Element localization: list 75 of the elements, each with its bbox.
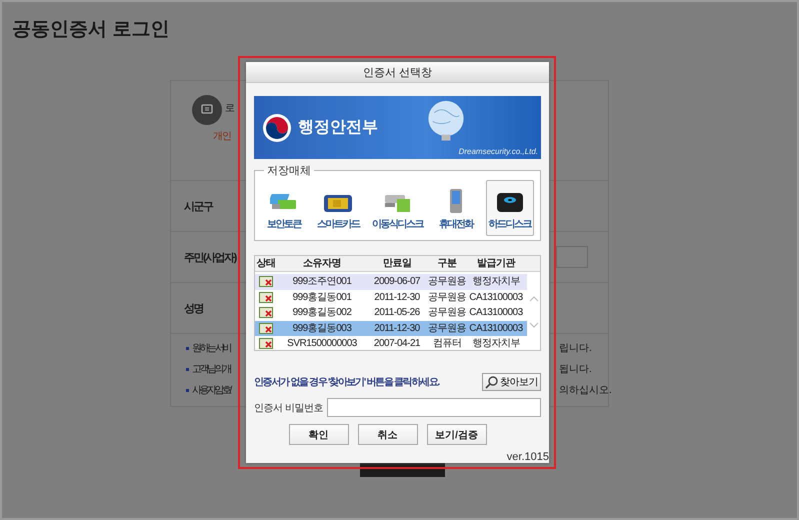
table-cell-text: 행정자치부 [471,275,521,288]
notice-text: 의하십시오. [559,384,612,397]
column-header: 발급기관 [476,257,516,271]
storage-option[interactable]: 보안토큰 [261,180,307,236]
browse-button[interactable]: 찾아보기 [482,373,541,391]
table-cell-text: 2009-06-07 [372,275,422,288]
password-label: 인증서 비밀번호 [254,402,323,414]
certificate-row[interactable]: 999조주연001 2009-06-07 공무원용 행정자치부 [255,274,527,290]
dialog-button[interactable]: 취소 [358,424,418,445]
notice-text: 립니다. [559,342,593,355]
notice-text: 됩니다. [559,363,593,376]
field-label: 주민(사업자) [184,250,236,264]
table-cell: 공무원용 [427,322,467,335]
banner-title: 행정안전부 [298,118,378,138]
certificate-row[interactable]: 999홍길동003 2011-12-30 공무원용 CA13100003 [255,320,527,336]
table-cell-text: CA13100003 [468,306,524,320]
bullet-icon [186,346,189,350]
table-cell-text: 999홍길동003 [292,322,352,335]
certificate-icon [259,338,273,350]
certificate-icon [259,276,273,288]
table-cell-text: 2007-04-21 [372,337,422,350]
storage-option[interactable]: 스마트카드 [314,180,362,236]
certificate-row[interactable]: 999홍길동002 2011-05-26 공무원용 CA13100003 [255,305,527,320]
notice-text: 고객님의 개 [192,363,230,376]
table-cell-text: 2011-05-26 [373,306,421,320]
hint-text: 인증서가 없을 경우 '찾아보기' 버튼을 클릭하세요. [254,376,440,389]
dialog-title: 인증서 선택창 [246,62,549,83]
mobile-phone-icon [448,188,464,214]
password-field[interactable] [326,398,541,417]
certificate-icon [259,307,273,318]
certificate-row[interactable]: SVR1500000003 2007-04-21 컴퓨터 행정자치부 [255,336,527,352]
table-cell: 공무원용 [427,275,467,288]
column-header: 소유자명 [302,257,342,271]
table-cell-text: 999홍길동002 [292,306,352,320]
notice-text: 로 [225,102,234,115]
emblem-icon [262,112,292,142]
certificate-icon [259,292,273,303]
notice-link-text: 개인 [213,130,231,143]
notice-text: 사용자암호/ [192,384,230,397]
vendor-text: Dreamsecurity.co.,Ltd. [458,147,538,156]
version-text: ver.1015 [506,451,549,463]
field-label: 시군구 [184,200,212,214]
bullet-icon [186,368,189,370]
scroll-up-icon[interactable] [528,296,538,302]
dialog-button[interactable]: 확인 [288,424,348,445]
column-header: 만료일 [382,257,412,271]
scroll-down-icon[interactable] [528,322,538,328]
column-header: 구분 [436,257,458,271]
table-cell: 공무원용 [427,306,467,320]
search-icon [485,375,499,389]
table-cell-text: 999조주연001 [292,275,352,288]
bullet-icon [186,388,189,392]
storage-option[interactable]: 이동식디스크 [369,180,426,236]
storage-option[interactable]: 하드디스크 [486,180,534,236]
table-cell-text: 2011-12-30 [373,322,421,335]
page-title: 공동인증서 로그인 [12,18,170,42]
table-cell-text: 컴퓨터 [432,337,462,350]
certificate-row[interactable]: 999홍길동001 2011-12-30 공무원용 CA13100003 [255,290,527,305]
table-cell-text: CA13100003 [468,322,524,335]
table-cell-text: 999홍길동001 [292,290,352,304]
certificate-icon [259,322,273,334]
table-cell-text: SVR1500000003 [286,337,358,350]
table-cell: 공무원용 [427,290,467,304]
column-header: 상태 [256,257,276,271]
input-field[interactable] [556,246,588,268]
field-label: 성명 [184,302,203,316]
table-cell-text: 2011-12-30 [373,290,421,304]
group-label: 저장매체 [266,164,312,178]
notice-text: 원하는 서비 [192,342,230,355]
smart-card-icon [323,192,353,214]
storage-option[interactable]: 휴대전화 [432,180,479,236]
message-icon [192,95,222,125]
dialog-button[interactable]: 보기/검증 [426,424,486,445]
table-cell-text: 행정자치부 [471,337,521,350]
table-cell-text: CA13100003 [468,290,524,304]
